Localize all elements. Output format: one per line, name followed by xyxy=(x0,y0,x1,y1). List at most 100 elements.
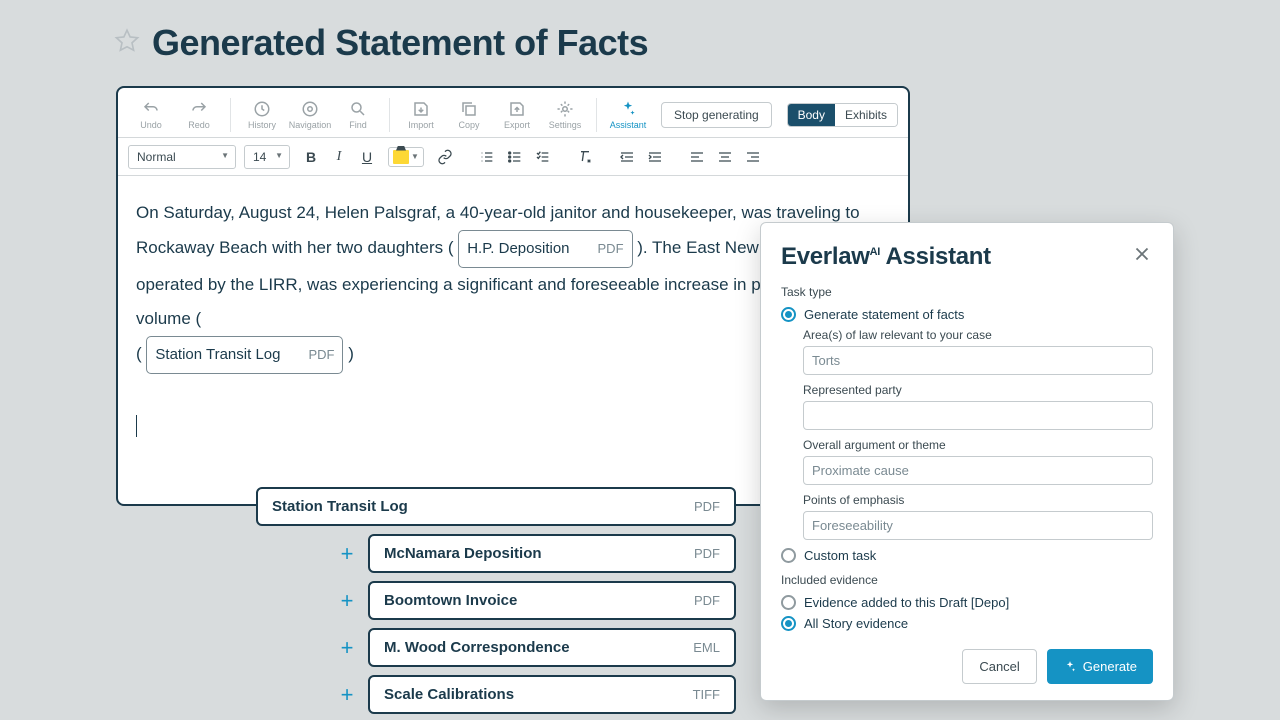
add-evidence-button[interactable]: + xyxy=(336,684,358,706)
page-header: Generated Statement of Facts xyxy=(0,0,1280,64)
page-title: Generated Statement of Facts xyxy=(152,22,648,64)
evidence-row: + Scale Calibrations TIFF xyxy=(336,675,736,714)
areas-label: Area(s) of law relevant to your case xyxy=(803,328,1153,342)
evidence-pill[interactable]: Scale Calibrations TIFF xyxy=(368,675,736,714)
star-icon[interactable] xyxy=(114,28,140,59)
generate-button[interactable]: Generate xyxy=(1047,649,1153,684)
arg-label: Overall argument or theme xyxy=(803,438,1153,452)
radio-custom[interactable]: Custom task xyxy=(781,548,1153,563)
exhibits-tab[interactable]: Exhibits xyxy=(835,104,897,126)
radio-icon xyxy=(781,595,796,610)
arg-input[interactable] xyxy=(803,456,1153,485)
radio-label: All Story evidence xyxy=(804,616,908,631)
evidence-name: M. Wood Correspondence xyxy=(384,639,570,656)
toolbar-main: Undo Redo History Navigation Find Import… xyxy=(118,88,908,138)
view-toggle: Body Exhibits xyxy=(787,103,898,127)
clear-format-button[interactable] xyxy=(572,144,598,170)
evidence-pill[interactable]: McNamara Deposition PDF xyxy=(368,534,736,573)
history-button[interactable]: History xyxy=(239,94,285,136)
citation-ext: PDF xyxy=(308,342,334,368)
body-text: ( xyxy=(136,344,146,363)
task-type-label: Task type xyxy=(781,285,1153,299)
stop-generating-button[interactable]: Stop generating xyxy=(661,102,772,128)
radio-icon xyxy=(781,307,796,322)
outdent-button[interactable] xyxy=(614,144,640,170)
undo-button[interactable]: Undo xyxy=(128,94,174,136)
settings-button[interactable]: Settings xyxy=(542,94,588,136)
citation-name: Station Transit Log xyxy=(155,340,280,370)
areas-input[interactable] xyxy=(803,346,1153,375)
body-text: ) xyxy=(348,344,354,363)
evidence-row: + M. Wood Correspondence EML xyxy=(336,628,736,667)
export-label: Export xyxy=(504,120,530,130)
text-cursor xyxy=(136,415,137,437)
redo-label: Redo xyxy=(188,120,210,130)
export-button[interactable]: Export xyxy=(494,94,540,136)
evidence-name: Station Transit Log xyxy=(272,498,408,515)
add-evidence-button[interactable]: + xyxy=(336,637,358,659)
bold-button[interactable]: B xyxy=(298,144,324,170)
settings-label: Settings xyxy=(549,120,582,130)
assistant-button[interactable]: Assistant xyxy=(605,94,651,136)
undo-label: Undo xyxy=(140,120,162,130)
redo-button[interactable]: Redo xyxy=(176,94,222,136)
evidence-pill[interactable]: M. Wood Correspondence EML xyxy=(368,628,736,667)
included-evidence-label: Included evidence xyxy=(781,573,1153,587)
evidence-name: Scale Calibrations xyxy=(384,686,514,703)
evidence-ext: PDF xyxy=(694,593,720,608)
sparkle-icon xyxy=(1063,660,1077,674)
align-right-button[interactable] xyxy=(740,144,766,170)
party-input[interactable] xyxy=(803,401,1153,430)
radio-label: Evidence added to this Draft [Depo] xyxy=(804,595,1009,610)
bullet-list-button[interactable] xyxy=(502,144,528,170)
add-evidence-button[interactable]: + xyxy=(336,543,358,565)
import-label: Import xyxy=(408,120,434,130)
align-center-button[interactable] xyxy=(712,144,738,170)
link-button[interactable] xyxy=(432,144,458,170)
citation-pill[interactable]: H.P. Deposition PDF xyxy=(458,230,632,268)
body-tab[interactable]: Body xyxy=(788,104,835,126)
italic-button[interactable]: I xyxy=(326,144,352,170)
align-left-button[interactable] xyxy=(684,144,710,170)
radio-icon xyxy=(781,616,796,631)
evidence-stack: Station Transit Log PDF + McNamara Depos… xyxy=(336,487,736,714)
close-icon[interactable] xyxy=(1131,243,1153,265)
evidence-pill[interactable]: Station Transit Log PDF xyxy=(256,487,736,526)
find-button[interactable]: Find xyxy=(335,94,381,136)
radio-label: Generate statement of facts xyxy=(804,307,964,322)
cancel-button[interactable]: Cancel xyxy=(962,649,1036,684)
find-label: Find xyxy=(349,120,367,130)
evidence-row: + Boomtown Invoice PDF xyxy=(336,581,736,620)
add-evidence-button[interactable]: + xyxy=(336,590,358,612)
indent-button[interactable] xyxy=(642,144,668,170)
navigation-label: Navigation xyxy=(289,120,332,130)
assistant-panel: EverlawAI Assistant Task type Generate s… xyxy=(760,222,1174,701)
navigation-button[interactable]: Navigation xyxy=(287,94,333,136)
radio-ev-all[interactable]: All Story evidence xyxy=(781,616,1153,631)
copy-label: Copy xyxy=(458,120,479,130)
party-label: Represented party xyxy=(803,383,1153,397)
copy-button[interactable]: Copy xyxy=(446,94,492,136)
underline-button[interactable]: U xyxy=(354,144,380,170)
panel-title: EverlawAI Assistant xyxy=(781,243,991,271)
evidence-name: Boomtown Invoice xyxy=(384,592,517,609)
size-dropdown[interactable]: 14 xyxy=(244,145,290,169)
evidence-row: + McNamara Deposition PDF xyxy=(336,534,736,573)
evidence-name: McNamara Deposition xyxy=(384,545,542,562)
numbered-list-button[interactable] xyxy=(474,144,500,170)
radio-icon xyxy=(781,548,796,563)
citation-ext: PDF xyxy=(598,236,624,262)
checklist-button[interactable] xyxy=(530,144,556,170)
radio-ev-draft[interactable]: Evidence added to this Draft [Depo] xyxy=(781,595,1153,610)
evidence-ext: EML xyxy=(693,640,720,655)
evidence-ext: PDF xyxy=(694,546,720,561)
points-input[interactable] xyxy=(803,511,1153,540)
highlight-button[interactable]: ▼ xyxy=(388,147,424,167)
import-button[interactable]: Import xyxy=(398,94,444,136)
evidence-pill[interactable]: Boomtown Invoice PDF xyxy=(368,581,736,620)
citation-name: H.P. Deposition xyxy=(467,234,569,264)
style-dropdown[interactable]: Normal xyxy=(128,145,236,169)
assistant-label: Assistant xyxy=(610,120,647,130)
radio-generate[interactable]: Generate statement of facts xyxy=(781,307,1153,322)
citation-pill[interactable]: Station Transit Log PDF xyxy=(146,336,343,374)
